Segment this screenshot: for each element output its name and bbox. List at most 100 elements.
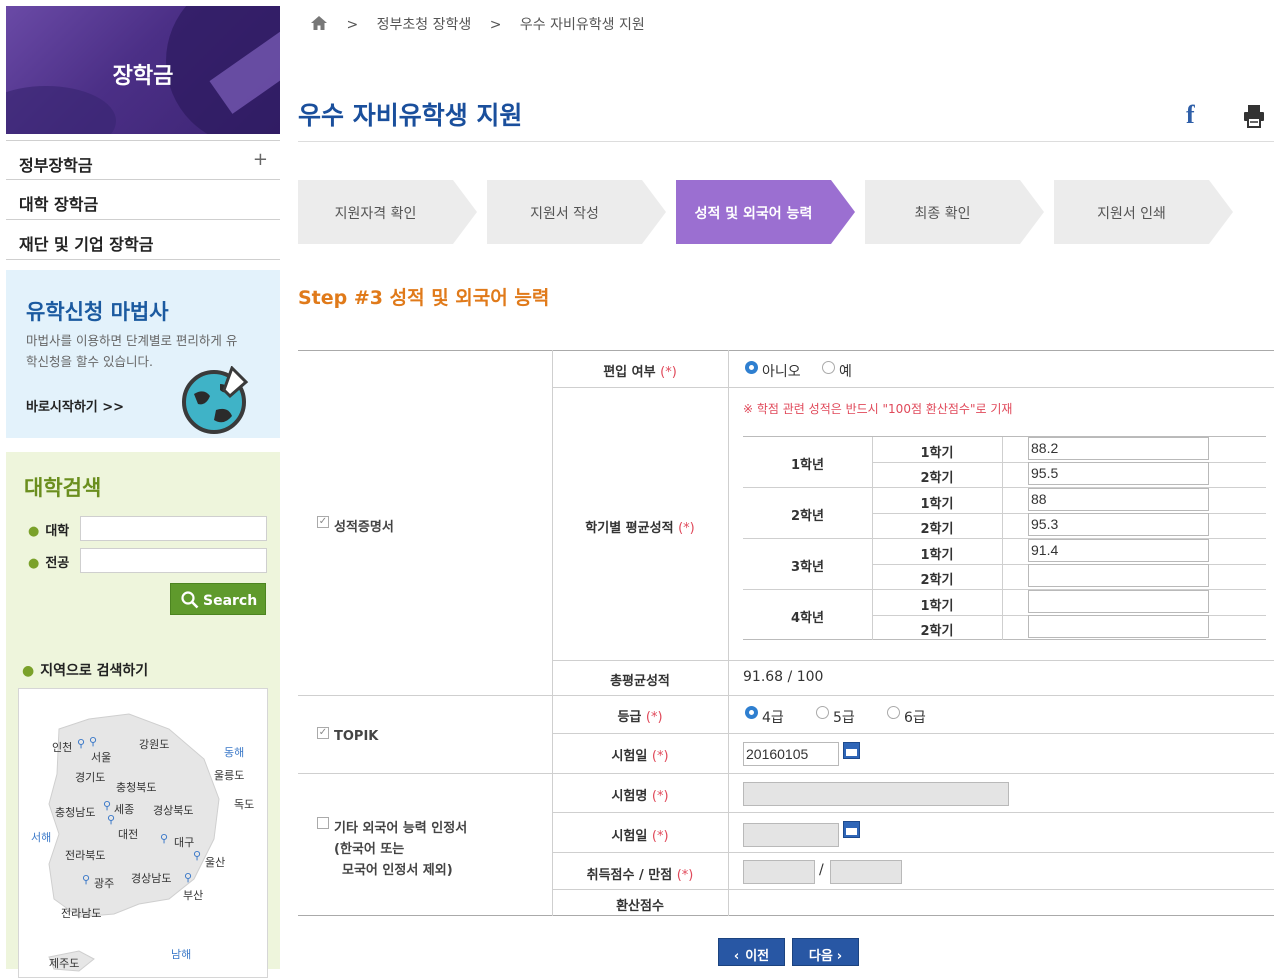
- map-label[interactable]: 충청북도: [116, 779, 156, 795]
- next-button[interactable]: 다음 ›: [792, 938, 859, 966]
- map-sea-label: 동해: [224, 746, 245, 759]
- transfer-yes-radio[interactable]: [822, 361, 835, 374]
- topik-exam-date-label: 시험일 (*): [611, 749, 669, 764]
- map-pin-icon[interactable]: ⚲: [77, 737, 85, 750]
- search-icon: [181, 591, 199, 609]
- calendar-icon[interactable]: [843, 742, 860, 759]
- search-button[interactable]: Search: [170, 583, 266, 615]
- map-pin-icon[interactable]: ⚲: [89, 735, 97, 748]
- step-application-form: 지원서 작성: [487, 180, 689, 244]
- map-label[interactable]: 독도: [234, 796, 254, 812]
- map-label[interactable]: 경상북도: [153, 802, 193, 818]
- grade-input[interactable]: 88.2: [1028, 437, 1209, 460]
- exam-name-label: 시험명 (*): [611, 789, 669, 804]
- level-6-radio[interactable]: [887, 706, 900, 719]
- page-title: 우수 자비유학생 지원: [298, 101, 523, 130]
- map-label[interactable]: 강원도: [139, 736, 169, 752]
- map-label[interactable]: 세종: [114, 801, 134, 817]
- korea-map-shape: [48, 713, 220, 972]
- sidebar-item-university-scholarship[interactable]: 대학 장학금: [6, 180, 280, 220]
- map-label[interactable]: 울릉도: [214, 767, 244, 783]
- map-label[interactable]: 대전: [118, 826, 138, 842]
- transfer-no-label: 아니오: [762, 364, 801, 380]
- semester-label: 2학기: [920, 522, 954, 537]
- topik-exam-date-input[interactable]: 20160105: [743, 742, 839, 766]
- university-input[interactable]: [80, 516, 267, 541]
- sidebar-banner: 장학금: [6, 6, 280, 134]
- grade-input[interactable]: [1028, 590, 1209, 613]
- obtained-score-input[interactable]: [743, 860, 815, 884]
- globe-icon: [182, 366, 249, 434]
- map-label[interactable]: 광주: [94, 875, 114, 891]
- semester-label: 2학기: [920, 624, 954, 639]
- grade-input[interactable]: 95.5: [1028, 462, 1209, 485]
- map-label[interactable]: 인천: [52, 739, 72, 755]
- map-pin-icon[interactable]: ⚲: [107, 813, 115, 826]
- sidebar-item-label: 정부장학금: [19, 156, 93, 175]
- level-5-radio[interactable]: [816, 706, 829, 719]
- map-label[interactable]: 서울: [91, 749, 111, 765]
- major-input[interactable]: [80, 548, 267, 573]
- home-icon[interactable]: [310, 15, 328, 31]
- level-4-radio[interactable]: [745, 706, 758, 719]
- breadcrumb-item[interactable]: 정부초청 장학생: [377, 17, 472, 33]
- next-button-label: 다음: [808, 949, 833, 964]
- print-icon[interactable]: [1243, 104, 1265, 128]
- expand-icon[interactable]: +: [253, 149, 268, 170]
- topik-label: TOPIK: [334, 729, 379, 744]
- university-search-panel: 대학검색 ● 대학 ● 전공 Search ● 지역으로 검색하기 인천 서울 강원도…: [6, 452, 280, 978]
- wizard-banner[interactable]: 유학신청 마법사 마법사를 이용하면 단계별로 편리하게 유학신청을 할수 있습…: [6, 270, 280, 438]
- breadcrumb: > 정부초청 장학생 > 우수 자비유학생 지원: [310, 14, 659, 34]
- sidebar-item-foundation-scholarship[interactable]: 재단 및 기업 장학금: [6, 220, 280, 260]
- other-certificate-label: 기타 외국어 능력 인정서 (한국어 또는 모국어 인정서 제외): [334, 821, 468, 878]
- semester-label: 1학기: [920, 497, 954, 512]
- map-label[interactable]: 경기도: [75, 769, 105, 785]
- grade-input[interactable]: 88: [1028, 488, 1209, 511]
- map-label[interactable]: 대구: [174, 834, 194, 850]
- map-label[interactable]: 울산: [205, 854, 225, 870]
- calendar-icon[interactable]: [843, 821, 860, 838]
- map-label[interactable]: 경상남도: [131, 870, 171, 886]
- topik-checkbox[interactable]: ✓: [317, 727, 329, 739]
- year-label: 4학년: [791, 611, 824, 626]
- map-label[interactable]: 전라남도: [61, 905, 101, 921]
- grade-input[interactable]: 95.3: [1028, 513, 1209, 536]
- other-certificate-checkbox[interactable]: [317, 817, 329, 829]
- semester-grades-table: 1학년 1학기 2학기 88.2 95.5 2학년 1학기 2학기 88 95.…: [743, 436, 1266, 640]
- map-pin-icon[interactable]: ⚲: [82, 873, 90, 886]
- max-score-input[interactable]: [830, 860, 902, 884]
- wizard-start-link[interactable]: 바로시작하기 >>: [26, 396, 124, 415]
- semester-label: 2학기: [920, 573, 954, 588]
- breadcrumb-separator: >: [346, 17, 359, 33]
- map-label[interactable]: 전라북도: [65, 847, 105, 863]
- sidebar-item-government-scholarship[interactable]: 정부장학금 +: [6, 140, 280, 180]
- korea-map[interactable]: 인천 서울 강원도 동해 경기도 울릉도 충청북도 독도 충청남도 세종 경상북…: [18, 688, 268, 978]
- facebook-icon[interactable]: f: [1186, 100, 1195, 130]
- map-pin-icon[interactable]: ⚲: [160, 832, 168, 845]
- transcript-checkbox[interactable]: ✓: [317, 516, 329, 528]
- transcript-label: 성적증명서: [334, 520, 394, 535]
- grade-input[interactable]: [1028, 564, 1209, 587]
- transfer-no-radio[interactable]: [745, 361, 758, 374]
- grade-input[interactable]: 91.4: [1028, 539, 1209, 562]
- other-exam-date-label: 시험일 (*): [611, 829, 669, 844]
- step-print: 지원서 인쇄: [1054, 180, 1256, 244]
- step-label: 지원서 인쇄: [1097, 206, 1166, 222]
- map-pin-icon[interactable]: ⚲: [193, 849, 201, 862]
- total-average-label: 총평균성적: [610, 674, 670, 689]
- exam-name-input[interactable]: [743, 782, 1009, 806]
- map-pin-icon[interactable]: ⚲: [184, 871, 192, 884]
- sidebar: 장학금 정부장학금 + 대학 장학금 재단 및 기업 장학금 유학신청 마법사 …: [6, 6, 280, 978]
- converted-score-label: 환산점수: [616, 899, 664, 914]
- level-4-label: 4급: [762, 710, 784, 726]
- map-pin-icon[interactable]: ⚲: [103, 799, 111, 812]
- grade-input[interactable]: [1028, 615, 1209, 638]
- breadcrumb-item[interactable]: 우수 자비유학생 지원: [520, 17, 645, 33]
- other-exam-date-input[interactable]: [743, 823, 839, 847]
- level-5-label: 5급: [833, 710, 855, 726]
- level-6-label: 6급: [904, 710, 926, 726]
- map-label[interactable]: 충청남도: [55, 804, 95, 820]
- previous-button[interactable]: ‹ 이전: [718, 938, 785, 966]
- year-label: 3학년: [791, 560, 824, 575]
- map-label[interactable]: 부산: [183, 887, 203, 903]
